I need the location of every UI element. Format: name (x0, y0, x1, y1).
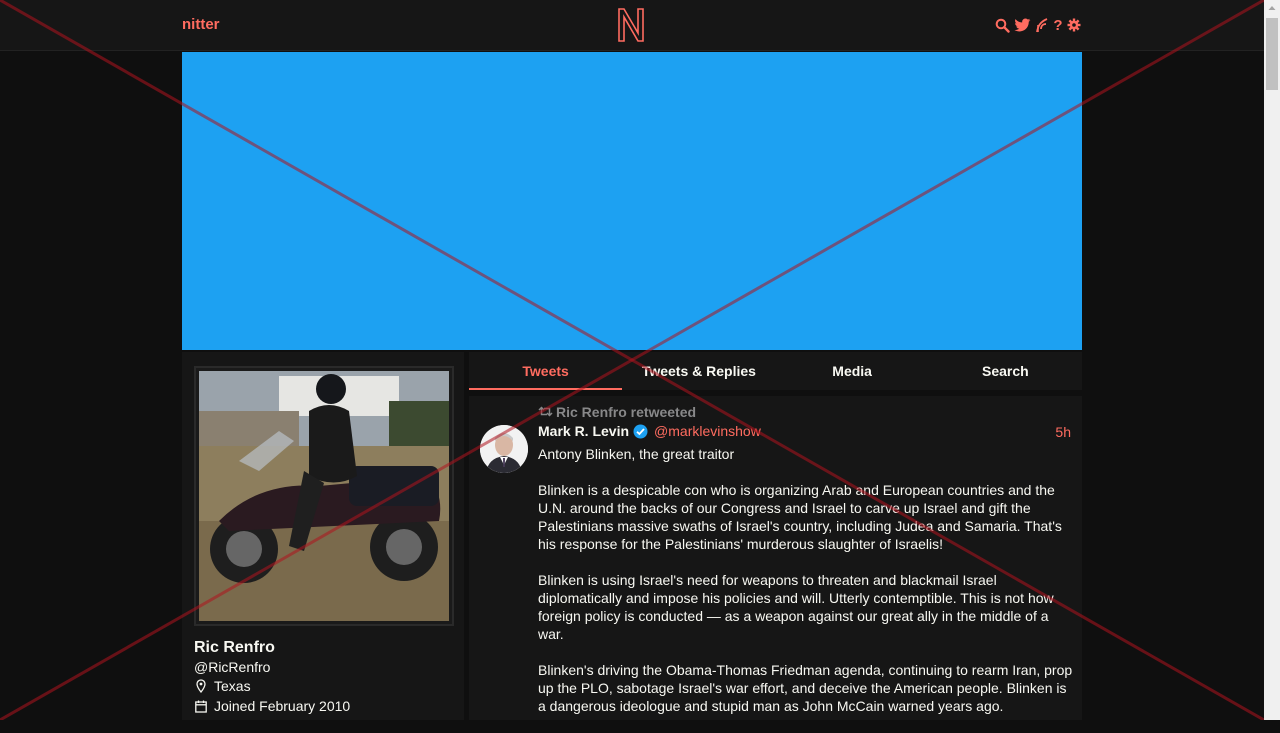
profile-fullname[interactable]: Ric Renfro (194, 639, 275, 657)
profile-location: Texas (194, 678, 251, 694)
navbar: nitter ? (0, 0, 1264, 51)
timeline-item[interactable]: Ric Renfro retweeted Mark R. Levin @mark… (469, 396, 1082, 720)
twitter-bird-icon[interactable] (1014, 18, 1031, 33)
tab-search[interactable]: Search (929, 352, 1082, 390)
profile-banner[interactable] (182, 52, 1082, 350)
verified-badge-icon (633, 424, 648, 439)
tweet-header: Mark R. Levin @marklevinshow (538, 423, 761, 439)
profile-username[interactable]: @RicRenfro (194, 659, 270, 675)
retweet-header-text: Ric Renfro retweeted (556, 404, 697, 420)
brand-link[interactable]: nitter (182, 16, 220, 33)
scroll-up-arrow-icon[interactable] (1264, 0, 1280, 16)
tweet-paragraph: Blinken's driving the Obama-Thomas Fried… (538, 662, 1073, 714)
settings-icon[interactable] (1067, 18, 1081, 32)
profile-joined: Joined February 2010 (194, 698, 350, 714)
tab-tweets-replies[interactable]: Tweets & Replies (622, 352, 775, 390)
location-text: Texas (214, 678, 251, 694)
scrollbar-thumb[interactable] (1266, 18, 1278, 90)
tab-tweets[interactable]: Tweets (469, 352, 623, 390)
tweet-content: Antony Blinken, the great traitor Blinke… (538, 445, 1073, 733)
tweet-username[interactable]: @marklevinshow (654, 423, 761, 439)
tweet-paragraph: Blinken is using Israel's need for weapo… (538, 572, 1054, 642)
tab-media[interactable]: Media (776, 352, 929, 390)
tweet-paragraph: Antony Blinken, the great traitor (538, 446, 735, 462)
profile-card: Ric Renfro @RicRenfro Texas Joined Febru… (182, 352, 464, 720)
timeline-tabs: Tweets Tweets & Replies Media Search (469, 352, 1082, 390)
nitter-logo[interactable] (617, 7, 645, 43)
page-scrollbar[interactable] (1264, 0, 1280, 720)
location-pin-icon (194, 679, 208, 693)
tweet-avatar[interactable] (480, 425, 528, 473)
search-icon[interactable] (995, 18, 1010, 33)
retweet-icon (538, 404, 553, 420)
tweet-fullname[interactable]: Mark R. Levin (538, 423, 629, 439)
rss-icon[interactable] (1035, 17, 1049, 33)
profile-photo (199, 371, 449, 621)
profile-avatar[interactable] (194, 366, 454, 626)
tweet-date[interactable]: 5h (1055, 424, 1071, 440)
retweet-header: Ric Renfro retweeted (538, 404, 696, 420)
joined-text: Joined February 2010 (214, 698, 351, 714)
calendar-icon (194, 700, 208, 713)
help-icon[interactable]: ? (1053, 17, 1063, 34)
nav-icons: ? (995, 15, 1081, 35)
tweet-paragraph: Blinken is a despicable con who is organ… (538, 482, 1062, 552)
